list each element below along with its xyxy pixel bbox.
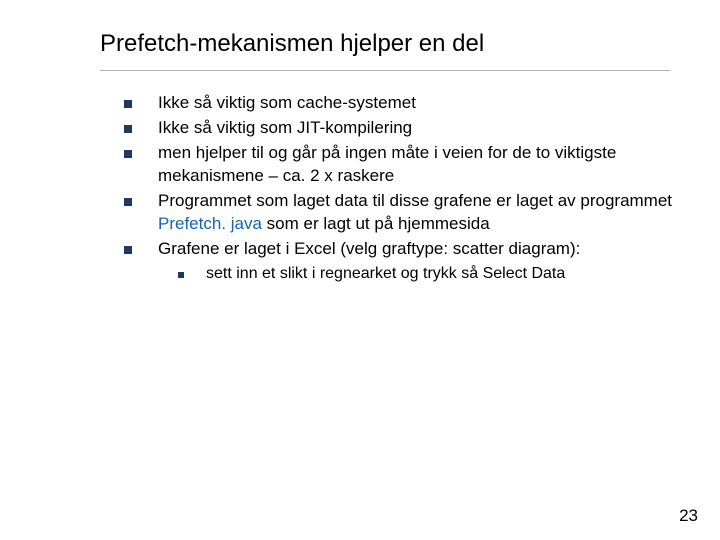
list-item: Grafene er laget i Excel (velg graftype:… — [124, 238, 684, 261]
bullet-text: Programmet som laget data til disse graf… — [158, 190, 684, 236]
list-item: Ikke så viktig som JIT-kompilering — [124, 117, 684, 140]
sub-bullet-text: sett inn et slikt i regnearket og trykk … — [206, 263, 565, 285]
bullet-text: Ikke så viktig som JIT-kompilering — [158, 117, 684, 140]
square-bullet-icon — [178, 272, 184, 278]
list-item: men hjelper til og går på ingen måte i v… — [124, 142, 684, 188]
bullet-text: men hjelper til og går på ingen måte i v… — [158, 142, 684, 188]
bullet-text-post: som er lagt ut på hjemmesida — [267, 214, 490, 233]
list-item: Programmet som laget data til disse graf… — [124, 190, 684, 236]
sub-list-item: sett inn et slikt i regnearket og trykk … — [178, 263, 684, 285]
title-rule — [100, 70, 670, 71]
square-bullet-icon — [124, 100, 132, 108]
slide-body: Ikke så viktig som cache-systemet Ikke s… — [124, 92, 684, 284]
square-bullet-icon — [124, 150, 132, 158]
bullet-text: Ikke så viktig som cache-systemet — [158, 92, 684, 115]
bullet-text-pre: Programmet som laget data til disse graf… — [158, 191, 672, 210]
page-number: 23 — [679, 506, 698, 526]
link-text: Prefetch. java — [158, 214, 267, 233]
list-item: Ikke så viktig som cache-systemet — [124, 92, 684, 115]
slide: Prefetch-mekanismen hjelper en del Ikke … — [0, 0, 720, 540]
slide-title: Prefetch-mekanismen hjelper en del — [100, 30, 680, 58]
bullet-text: Grafene er laget i Excel (velg graftype:… — [158, 238, 684, 261]
square-bullet-icon — [124, 125, 132, 133]
square-bullet-icon — [124, 246, 132, 254]
square-bullet-icon — [124, 198, 132, 206]
